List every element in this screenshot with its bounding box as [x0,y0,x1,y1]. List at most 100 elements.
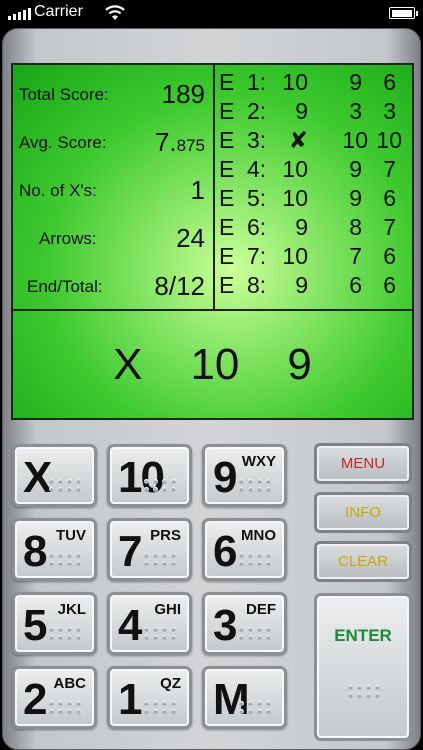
braille-dots-icon [348,685,381,698]
key-label: 4 [118,601,143,650]
end-row: E 2: 9 3 3 [219,98,414,126]
key-sublabel: ABC [53,675,87,692]
end-prefix: E [219,69,235,95]
arrow-score: 3 [349,98,362,124]
arrow-score: 10 [282,243,308,269]
key-5[interactable]: 5 JKL [12,592,97,655]
key-label: 2 [23,675,48,724]
key-9[interactable]: 9 WXY [202,444,287,507]
end-prefix: E [219,127,235,153]
ends-list: E 1: 10 9 6 E 2: 9 3 3 E 3: ✘ 10 10 E 4:… [219,69,414,309]
key-2[interactable]: 2 ABC [12,666,97,729]
key-sublabel: TUV [56,527,86,544]
arrow-score: 10 [282,156,308,182]
braille-dots-icon [239,701,272,714]
current-arrow-3: 9 [287,340,312,389]
end-prefix: E [219,156,235,182]
end-number: 5: [247,185,267,211]
arrow-score: 6 [383,243,396,269]
wifi-icon [105,5,125,20]
stats-panel: Total Score: 189 Avg. Score: 7.875 No. o… [13,65,209,309]
total-score-row: Total Score: 189 [13,79,209,109]
braille-dots-icon [144,701,177,714]
avg-score-decimal: 875 [176,136,205,155]
avg-score-row: Avg. Score: 7.875 [13,127,209,157]
key-label: 8 [23,527,48,576]
braille-dots-icon [239,627,272,640]
braille-dots-icon [49,553,82,566]
braille-dots-icon [144,553,177,566]
arrow-score: 9 [349,185,362,211]
key-sublabel: MNO [241,527,276,544]
avg-score-integer: 7. [154,127,177,157]
current-arrow-2: 10 [190,340,240,389]
end-total-value: 8/12 [154,271,205,301]
avg-score-label: Avg. Score: [19,133,107,152]
x-count-label: No. of X's: [19,181,97,200]
menu-button[interactable]: MENU [314,443,412,484]
key-7[interactable]: 7 PRS [107,518,192,581]
end-number: 6: [247,214,267,240]
key-sublabel: DEF [246,601,276,618]
braille-dots-icon [239,553,272,566]
braille-dots-icon [49,701,82,714]
end-number: 8: [247,272,267,298]
end-total-label: End/Total: [27,277,103,296]
arrow-score: 7 [383,156,396,182]
end-number: 2: [247,98,267,124]
key-m[interactable]: M [202,666,287,729]
arrow-score: 10 [376,127,402,153]
key-sublabel: PRS [150,527,181,544]
end-number: 7: [247,243,267,269]
end-row: E 8: 9 6 6 [219,272,414,300]
arrow-score: 6 [349,272,362,298]
end-row: E 4: 10 9 7 [219,156,414,184]
key-1[interactable]: 1 QZ [107,666,192,729]
end-prefix: E [219,214,235,240]
end-row: E 1: 10 9 6 [219,69,414,97]
clear-button[interactable]: CLEAR [314,541,412,582]
key-label: 3 [213,601,238,650]
arrow-score: 9 [349,156,362,182]
end-row: E 3: ✘ 10 10 [219,127,414,155]
key-label: 9 [213,453,238,502]
carrier-label: Carrier [34,3,83,20]
key-sublabel: QZ [160,675,181,692]
battery-icon [389,7,418,19]
menu-button-label: MENU [340,455,386,472]
key-4[interactable]: 4 GHI [107,592,192,655]
avg-score-value: 7.875 [155,127,205,158]
end-row: E 7: 10 7 6 [219,243,414,271]
key-label: 5 [23,601,48,650]
key-label: 6 [213,527,238,576]
arrow-score: 8 [349,214,362,240]
x-count-row: No. of X's: 1 [13,175,209,205]
key-8[interactable]: 8 TUV [12,518,97,581]
key-3[interactable]: 3 DEF [202,592,287,655]
key-sublabel: GHI [154,601,181,618]
end-row: E 6: 9 8 7 [219,214,414,242]
total-score-value: 189 [161,79,205,109]
enter-button[interactable]: ENTER [314,593,412,741]
end-number: 4: [247,156,267,182]
braille-dots-icon [49,479,82,492]
key-10[interactable]: 10 [107,444,192,507]
arrow-score: 10 [282,69,308,95]
arrows-value: 24 [176,223,205,253]
status-bar: Carrier [0,0,423,26]
key-label: 7 [118,527,143,576]
arrow-score: 6 [383,185,396,211]
scorer-device: Total Score: 189 Avg. Score: 7.875 No. o… [2,28,421,750]
key-6[interactable]: 6 MNO [202,518,287,581]
arrow-score: 7 [349,243,362,269]
arrow-score: 9 [349,69,362,95]
arrow-score: 10 [282,185,308,211]
end-prefix: E [219,98,235,124]
info-button[interactable]: INFO [314,492,412,533]
key-label: 1 [118,675,143,724]
end-number: 3: [247,127,267,153]
clear-button-label: CLEAR [337,553,389,570]
arrow-score: 6 [383,69,396,95]
key-x[interactable]: X [12,444,97,507]
key-label: 10 [118,453,165,502]
